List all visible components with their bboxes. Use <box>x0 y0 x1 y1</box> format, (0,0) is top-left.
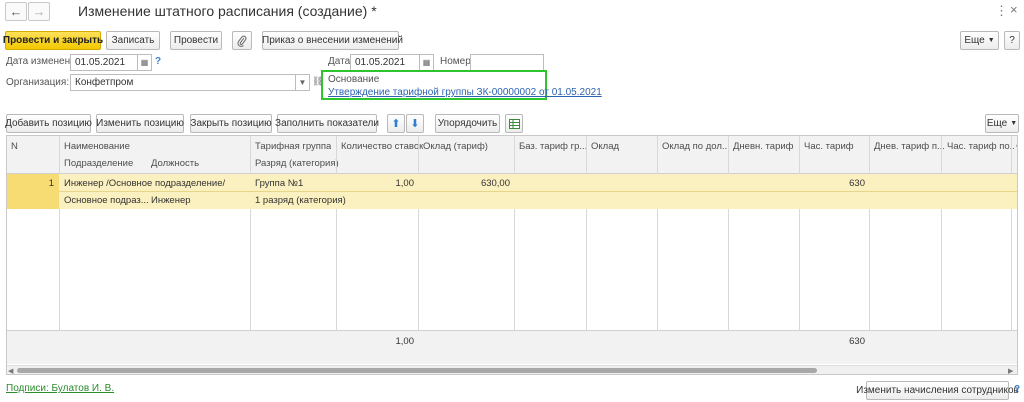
header-tariff-group[interactable]: Тарифная группа <box>255 141 331 152</box>
order-button[interactable]: Приказ о внесении изменений <box>262 31 403 50</box>
header-name[interactable]: Наименование <box>64 141 130 152</box>
total-rate-count: 1,00 <box>395 336 415 347</box>
help-button[interactable]: ? <box>1004 31 1020 50</box>
help-icon: ? <box>1009 35 1015 46</box>
row-divider <box>59 191 1017 192</box>
forward-button[interactable]: → <box>28 2 50 21</box>
fill-button[interactable]: Заполнить показатели <box>275 114 379 133</box>
cell-hour-tariff: 630 <box>849 178 865 189</box>
table-more-button[interactable]: Еще ▼ <box>985 114 1019 133</box>
cell-tariff-group: Группа №1 <box>255 178 304 189</box>
table-more-label: Еще <box>986 118 1008 129</box>
calendar-icon[interactable]: ▦ <box>138 54 152 71</box>
close-icon[interactable]: × <box>1010 2 1018 17</box>
basis-label: Основание <box>328 74 380 85</box>
edit-position-button[interactable]: Изменить позицию <box>96 114 184 133</box>
move-up-button[interactable]: ⬆ <box>387 114 405 133</box>
arrow-right-icon: → <box>32 4 46 19</box>
cell-category: 1 разряд (категория) <box>255 195 346 206</box>
header-division[interactable]: Подразделение <box>64 158 133 169</box>
header-rate-count[interactable]: Количество ставок <box>341 141 423 152</box>
post-and-close-button[interactable]: Провести и закрыть <box>3 31 103 50</box>
help-icon[interactable]: ? <box>1014 384 1020 395</box>
chevron-down-icon: ▼ <box>987 37 995 44</box>
more-vertical-icon[interactable]: ⋮ <box>995 3 1008 19</box>
more-button[interactable]: Еще ▼ <box>960 31 999 50</box>
signatures-link[interactable]: Подписи: Булатов И. В. <box>6 383 114 394</box>
header-category[interactable]: Разряд (категория) <box>255 158 339 169</box>
header-daily-tariff[interactable]: Дневн. тариф <box>733 141 793 152</box>
table-header: N Наименование Подразделение Должность Т… <box>7 136 1017 174</box>
change-date-field[interactable]: 01.05.2021 <box>70 54 138 71</box>
header-hour-tariff[interactable]: Час. тариф <box>804 141 854 152</box>
sort-button[interactable]: Упорядочить <box>435 114 500 133</box>
add-position-button[interactable]: Добавить позицию <box>5 114 92 133</box>
grid-icon <box>508 118 520 129</box>
change-accruals-button[interactable]: Изменить начисления сотрудников <box>856 381 1019 400</box>
number-field[interactable] <box>470 54 544 71</box>
org-field[interactable]: Конфетпром <box>70 74 296 91</box>
total-hour-tariff: 630 <box>849 336 865 347</box>
scroll-right-icon[interactable]: ▶ <box>1008 367 1013 374</box>
org-label: Организация: <box>6 77 70 88</box>
cell-position: Инженер <box>151 195 191 206</box>
page-title: Изменение штатного расписания (создание)… <box>78 3 377 19</box>
post-button[interactable]: Провести <box>170 31 222 50</box>
date-field[interactable]: 01.05.2021 <box>350 54 420 71</box>
header-salary-by[interactable]: Оклад по дол... <box>662 141 732 152</box>
header-salary[interactable]: Оклад <box>591 141 619 152</box>
paperclip-icon <box>237 35 247 47</box>
save-button[interactable]: Записать <box>106 31 160 50</box>
close-position-button[interactable]: Закрыть позицию <box>190 114 272 133</box>
header-hour-tariff-p[interactable]: Час. тариф по... <box>947 141 1015 152</box>
order-label: Приказ о внесении изменений <box>262 35 403 46</box>
table-footer: 1,00 630 <box>7 330 1017 364</box>
chevron-down-icon: ▼ <box>1010 120 1018 127</box>
header-salary-tariff[interactable]: Оклад (тариф) <box>423 141 488 152</box>
calendar-icon[interactable]: ▦ <box>420 54 434 71</box>
cell-n: 1 <box>48 178 54 189</box>
dropdown-icon[interactable]: ▼ <box>296 74 310 91</box>
header-n[interactable]: N <box>11 141 18 152</box>
basis-link[interactable]: Утверждение тарифной группы ЗК-00000002 … <box>328 87 602 98</box>
header-daily-tariff-p[interactable]: Днев. тариф п... <box>874 141 944 152</box>
horizontal-scrollbar[interactable]: ◀ ▶ <box>7 365 1017 374</box>
cell-name: Инженер /Основное подразделение/ <box>64 178 226 189</box>
attach-button[interactable] <box>232 31 252 50</box>
cell-division: Основное подраз... <box>64 195 148 206</box>
header-extra[interactable]: Ф <box>1016 141 1017 152</box>
number-label: Номер: <box>440 56 474 67</box>
positions-table: N Наименование Подразделение Должность Т… <box>6 135 1018 375</box>
back-button[interactable]: ← <box>5 2 27 21</box>
table-settings-button[interactable] <box>505 114 523 133</box>
header-position[interactable]: Должность <box>151 158 199 169</box>
scroll-left-icon[interactable]: ◀ <box>8 367 13 374</box>
arrow-up-icon: ⬆ <box>391 118 401 130</box>
table-row[interactable]: 1 Инженер /Основное подразделение/ Основ… <box>7 174 1017 209</box>
cell-rate-count: 1,00 <box>395 178 415 189</box>
header-base-tariff[interactable]: Баз. тариф гр... <box>519 141 589 152</box>
cell-salary-tariff: 630,00 <box>480 178 510 189</box>
arrow-left-icon: ← <box>9 4 23 19</box>
basis-box: Основание Утверждение тарифной группы ЗК… <box>321 70 602 100</box>
arrow-down-icon: ⬇ <box>410 118 420 130</box>
more-label: Еще <box>964 35 985 46</box>
move-down-button[interactable]: ⬇ <box>406 114 424 133</box>
help-icon[interactable]: ? <box>155 56 161 67</box>
scrollbar-thumb[interactable] <box>17 368 817 373</box>
